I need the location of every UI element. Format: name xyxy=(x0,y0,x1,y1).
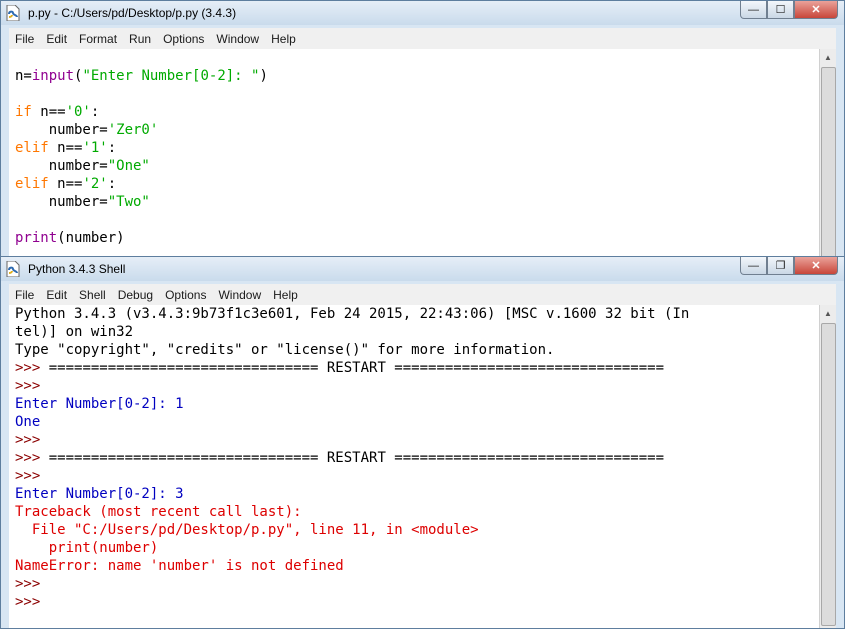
shell-line: Enter Number[0-2]: 3 xyxy=(15,486,184,502)
editor-window: p.py - C:/Users/pd/Desktop/p.py (3.4.3) … xyxy=(0,0,845,262)
editor-title: p.py - C:/Users/pd/Desktop/p.py (3.4.3) xyxy=(28,6,237,20)
code-line: print(number) xyxy=(15,230,125,246)
shell-line: >>> ================================ RES… xyxy=(15,360,665,376)
code-line: n=input("Enter Number[0-2]: ") xyxy=(15,68,268,84)
shell-title: Python 3.4.3 Shell xyxy=(28,262,126,276)
close-button[interactable]: ✕ xyxy=(794,257,838,275)
shell-line: tel)] on win32 xyxy=(15,324,134,340)
shell-titlebar[interactable]: Python 3.4.3 Shell — ❐ ✕ xyxy=(1,257,844,281)
shell-line: >>> xyxy=(15,576,41,592)
shell-line: >>> xyxy=(15,432,41,448)
code-line: number='Zer0' xyxy=(15,122,159,138)
minimize-button[interactable]: — xyxy=(740,257,767,275)
shell-line: print(number) xyxy=(15,540,159,556)
menu-run[interactable]: Run xyxy=(123,32,157,46)
scroll-thumb[interactable] xyxy=(821,67,836,259)
shell-line: >>> xyxy=(15,378,41,394)
python-shell-icon xyxy=(6,261,20,277)
minimize-button[interactable]: — xyxy=(740,1,767,19)
menu-shell[interactable]: Shell xyxy=(73,288,112,302)
menu-file[interactable]: File xyxy=(9,288,40,302)
shell-line: Traceback (most recent call last): xyxy=(15,504,302,520)
shell-line: >>> xyxy=(15,594,41,610)
code-line: if n=='0': xyxy=(15,104,100,120)
shell-menubar: File Edit Shell Debug Options Window Hel… xyxy=(9,284,836,305)
menu-edit[interactable]: Edit xyxy=(40,32,73,46)
menu-window[interactable]: Window xyxy=(210,32,265,46)
shell-line: Type "copyright", "credits" or "license(… xyxy=(15,342,555,358)
menu-file[interactable]: File xyxy=(9,32,40,46)
shell-line: NameError: name 'number' is not defined xyxy=(15,558,344,574)
maximize-button[interactable]: ☐ xyxy=(767,1,794,19)
shell-line: >>> xyxy=(15,468,41,484)
code-line: number="Two" xyxy=(15,194,150,210)
shell-line: File "C:/Users/pd/Desktop/p.py", line 11… xyxy=(15,522,479,538)
code-line: elif n=='1': xyxy=(15,140,117,156)
code-editor[interactable]: n=input("Enter Number[0-2]: ") if n=='0':… xyxy=(9,49,820,261)
editor-menubar: File Edit Format Run Options Window Help xyxy=(9,28,836,49)
shell-output[interactable]: Python 3.4.3 (v3.4.3:9b73f1c3e601, Feb 2… xyxy=(9,305,820,628)
menu-help[interactable]: Help xyxy=(267,288,304,302)
menu-options[interactable]: Options xyxy=(159,288,212,302)
shell-line: One xyxy=(15,414,41,430)
code-line: number="One" xyxy=(15,158,150,174)
editor-titlebar[interactable]: p.py - C:/Users/pd/Desktop/p.py (3.4.3) … xyxy=(1,1,844,25)
shell-window: Python 3.4.3 Shell — ❐ ✕ File Edit Shell… xyxy=(0,256,845,629)
menu-edit[interactable]: Edit xyxy=(40,288,73,302)
scroll-thumb[interactable] xyxy=(821,323,836,626)
scroll-up-icon[interactable]: ▲ xyxy=(820,305,836,322)
code-line: elif n=='2': xyxy=(15,176,117,192)
python-file-icon xyxy=(6,5,20,21)
shell-line: >>> ================================ RES… xyxy=(15,450,665,466)
scroll-up-icon[interactable]: ▲ xyxy=(820,49,836,66)
editor-scrollbar[interactable]: ▲ xyxy=(819,49,836,261)
shell-scrollbar[interactable]: ▲ xyxy=(819,305,836,628)
shell-line: Python 3.4.3 (v3.4.3:9b73f1c3e601, Feb 2… xyxy=(15,306,690,322)
menu-window[interactable]: Window xyxy=(212,288,267,302)
restore-button[interactable]: ❐ xyxy=(767,257,794,275)
shell-line: Enter Number[0-2]: 1 xyxy=(15,396,184,412)
menu-format[interactable]: Format xyxy=(73,32,123,46)
menu-options[interactable]: Options xyxy=(157,32,210,46)
close-button[interactable]: ✕ xyxy=(794,1,838,19)
menu-help[interactable]: Help xyxy=(265,32,302,46)
menu-debug[interactable]: Debug xyxy=(112,288,159,302)
